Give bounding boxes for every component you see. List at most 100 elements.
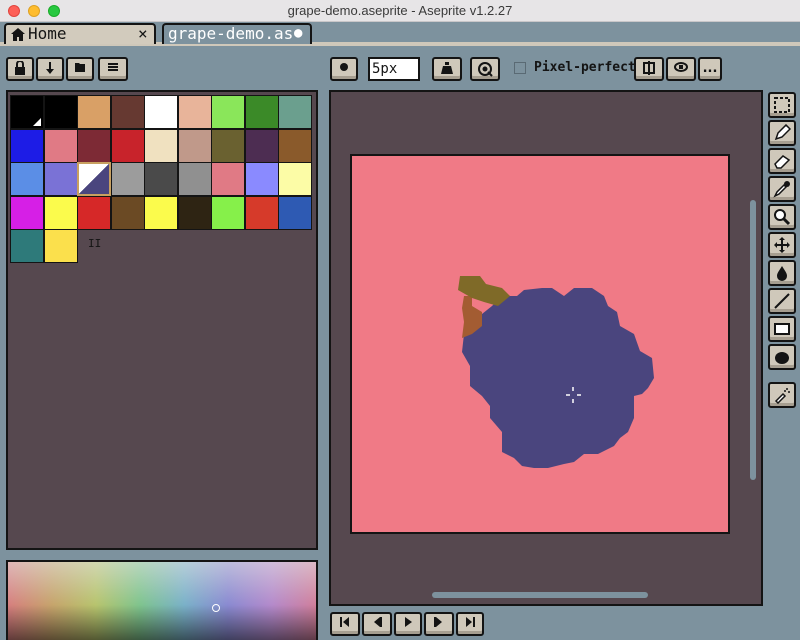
- palette-swatch[interactable]: [144, 95, 178, 129]
- palette-swatch[interactable]: [110, 162, 145, 196]
- palette-swatch[interactable]: [244, 95, 279, 129]
- tool-line[interactable]: [768, 288, 796, 314]
- palette-sort-button[interactable]: [36, 57, 64, 81]
- palette-swatch[interactable]: [110, 128, 145, 163]
- palette-swatch[interactable]: [177, 95, 212, 129]
- spray-icon: [774, 388, 790, 404]
- ink-bottle-icon: [441, 62, 453, 74]
- eraser-icon: [774, 155, 791, 169]
- tool-eraser[interactable]: [768, 148, 796, 174]
- more-options-button[interactable]: ...: [698, 57, 722, 81]
- tab-home[interactable]: Home ×: [4, 23, 156, 44]
- tool-rectangle[interactable]: [768, 316, 796, 342]
- palette-swatch[interactable]: [211, 195, 245, 230]
- target-icon: [478, 62, 493, 77]
- arrow-down-icon: [46, 62, 54, 74]
- palette-swatch[interactable]: [10, 195, 44, 230]
- palette-swatch[interactable]: [177, 128, 212, 163]
- color-spectrum[interactable]: [6, 560, 318, 640]
- marquee-icon: [774, 97, 790, 113]
- first-frame-button[interactable]: [330, 612, 360, 636]
- palette-swatch[interactable]: [244, 195, 279, 230]
- palette-swatch[interactable]: [278, 195, 312, 230]
- tool-spray[interactable]: [768, 382, 796, 408]
- palette-presets-button[interactable]: [66, 57, 94, 81]
- tool-pencil[interactable]: [768, 120, 796, 146]
- palette-swatch[interactable]: [43, 195, 78, 230]
- symmetry-button[interactable]: [634, 57, 664, 81]
- palette-menu-button[interactable]: [98, 57, 128, 81]
- palette-swatch[interactable]: [177, 162, 212, 196]
- palette-swatch[interactable]: [77, 128, 111, 163]
- circle-brush-icon: [340, 63, 348, 71]
- tool-paint-bucket[interactable]: [768, 260, 796, 286]
- foreground-color-marker: [33, 118, 41, 126]
- eyedropper-icon: [773, 181, 790, 198]
- tab-home-label: Home: [28, 24, 67, 43]
- minimize-window-button[interactable]: [28, 5, 40, 17]
- palette-swatch[interactable]: [43, 95, 78, 129]
- ink-type-button[interactable]: [432, 57, 462, 81]
- folder-icon: [75, 63, 85, 72]
- palette-swatch[interactable]: [110, 195, 145, 230]
- previous-frame-button[interactable]: [362, 612, 392, 636]
- palette-swatch[interactable]: [144, 195, 178, 230]
- tab-grape-demo[interactable]: grape-demo.as ●: [162, 23, 312, 44]
- tab-close-button[interactable]: ×: [138, 25, 148, 43]
- window-title: grape-demo.aseprite - Aseprite v1.2.27: [287, 3, 513, 18]
- vertical-scrollbar[interactable]: [750, 200, 756, 480]
- brush-size-input[interactable]: 5px: [368, 57, 420, 81]
- palette-swatch[interactable]: [278, 162, 312, 196]
- palette-swatch[interactable]: [278, 128, 312, 163]
- palette-swatch[interactable]: [211, 162, 245, 196]
- brush-type-button[interactable]: [330, 57, 358, 81]
- palette-swatch[interactable]: [244, 128, 279, 163]
- spectrum-picker-cursor[interactable]: [212, 604, 220, 612]
- palette-swatch[interactable]: [211, 95, 245, 129]
- horizontal-scrollbar[interactable]: [432, 592, 648, 598]
- next-frame-icon: [434, 617, 442, 627]
- palette-swatch[interactable]: [10, 229, 44, 263]
- palette-swatch[interactable]: [77, 162, 111, 196]
- palette-swatch[interactable]: [211, 128, 245, 163]
- palette-swatch[interactable]: [110, 95, 145, 129]
- zoom-icon: [774, 209, 791, 226]
- move-icon: [774, 237, 790, 253]
- first-frame-icon: [340, 617, 349, 627]
- close-window-button[interactable]: [8, 5, 20, 17]
- tool-zoom[interactable]: [768, 204, 796, 230]
- palette-swatch[interactable]: [10, 95, 44, 129]
- palette-swatch[interactable]: [77, 95, 111, 129]
- tab-modified-indicator: ●: [294, 25, 303, 41]
- tool-move[interactable]: [768, 232, 796, 258]
- tool-eyedropper[interactable]: [768, 176, 796, 202]
- opacity-button[interactable]: [470, 57, 500, 81]
- lock-palette-button[interactable]: [6, 57, 34, 81]
- tool-ellipse[interactable]: [768, 344, 796, 370]
- tool-marquee[interactable]: [768, 92, 796, 118]
- palette-swatch[interactable]: [43, 162, 78, 196]
- line-icon: [774, 293, 790, 309]
- pencil-icon: [774, 124, 791, 141]
- palette-swatch[interactable]: [10, 128, 44, 163]
- palette-swatch[interactable]: [278, 95, 312, 129]
- next-frame-button[interactable]: [424, 612, 454, 636]
- pixel-perfect-checkbox[interactable]: [514, 62, 526, 74]
- play-button[interactable]: [394, 612, 422, 636]
- zoom-window-button[interactable]: [48, 5, 60, 17]
- palette-swatch[interactable]: [144, 128, 178, 163]
- previous-frame-icon: [374, 617, 382, 627]
- palette-swatch[interactable]: [244, 162, 279, 196]
- palette-drag-handle[interactable]: II: [88, 237, 101, 250]
- palette-swatch[interactable]: [144, 162, 178, 196]
- symmetry-icon: [643, 61, 655, 75]
- palette-swatch[interactable]: [43, 128, 78, 163]
- palette-swatch[interactable]: [177, 195, 212, 230]
- last-frame-button[interactable]: [456, 612, 484, 636]
- sprite-canvas[interactable]: [350, 154, 730, 534]
- palette-swatch[interactable]: [43, 229, 78, 263]
- palette-swatch[interactable]: [77, 195, 111, 230]
- palette-swatch[interactable]: [10, 162, 44, 196]
- onion-skin-button[interactable]: [666, 57, 696, 81]
- last-frame-icon: [466, 617, 475, 627]
